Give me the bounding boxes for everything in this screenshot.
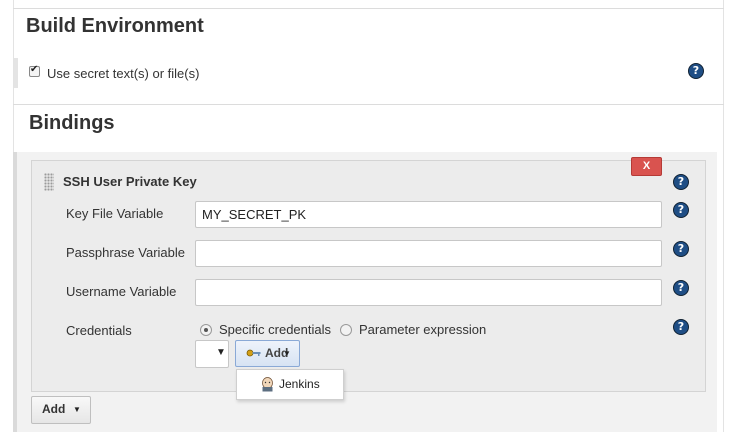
- username-variable-label: Username Variable: [66, 284, 177, 299]
- drag-handle-icon[interactable]: [44, 173, 54, 191]
- passphrase-variable-label: Passphrase Variable: [66, 245, 185, 260]
- key-file-variable-label: Key File Variable: [66, 206, 164, 221]
- binding-type-title: SSH User Private Key: [63, 174, 197, 189]
- parameter-expression-label[interactable]: Parameter expression: [359, 322, 486, 337]
- help-icon[interactable]: [688, 63, 704, 79]
- select-arrow-icon[interactable]: ▼: [216, 347, 226, 358]
- menu-item-jenkins[interactable]: Jenkins: [279, 377, 320, 391]
- use-secret-label[interactable]: Use secret text(s) or file(s): [47, 66, 199, 81]
- chevron-down-icon: ▼: [73, 405, 81, 414]
- username-variable-input[interactable]: [195, 279, 662, 306]
- help-icon[interactable]: [673, 202, 689, 218]
- chevron-down-icon: ▼: [283, 349, 291, 358]
- parameter-expression-radio[interactable]: [340, 324, 352, 336]
- passphrase-variable-input[interactable]: [195, 240, 662, 267]
- key-file-variable-input[interactable]: MY_SECRET_PK: [195, 201, 662, 228]
- remove-binding-button[interactable]: X: [631, 157, 662, 176]
- key-icon: [246, 349, 261, 357]
- checkbox-row-indicator: [14, 58, 18, 88]
- add-binding-label[interactable]: Add: [42, 402, 65, 416]
- section-right-border: [723, 0, 724, 432]
- bindings-title: Bindings: [29, 112, 115, 134]
- help-icon[interactable]: [673, 174, 689, 190]
- help-icon[interactable]: [673, 241, 689, 257]
- specific-credentials-radio[interactable]: [200, 324, 212, 336]
- jenkins-icon: [262, 377, 273, 392]
- build-config-page: Build Environment Use secret text(s) or …: [0, 0, 732, 432]
- section-top-divider: [13, 8, 724, 9]
- credentials-label: Credentials: [66, 323, 132, 338]
- section-divider: [13, 104, 724, 105]
- help-icon[interactable]: [673, 319, 689, 335]
- checkbox-checked-icon[interactable]: [29, 64, 40, 77]
- build-environment-title: Build Environment: [26, 15, 204, 37]
- specific-credentials-label[interactable]: Specific credentials: [219, 322, 331, 337]
- ssh-key-binding-panel: [31, 160, 706, 392]
- help-icon[interactable]: [673, 280, 689, 296]
